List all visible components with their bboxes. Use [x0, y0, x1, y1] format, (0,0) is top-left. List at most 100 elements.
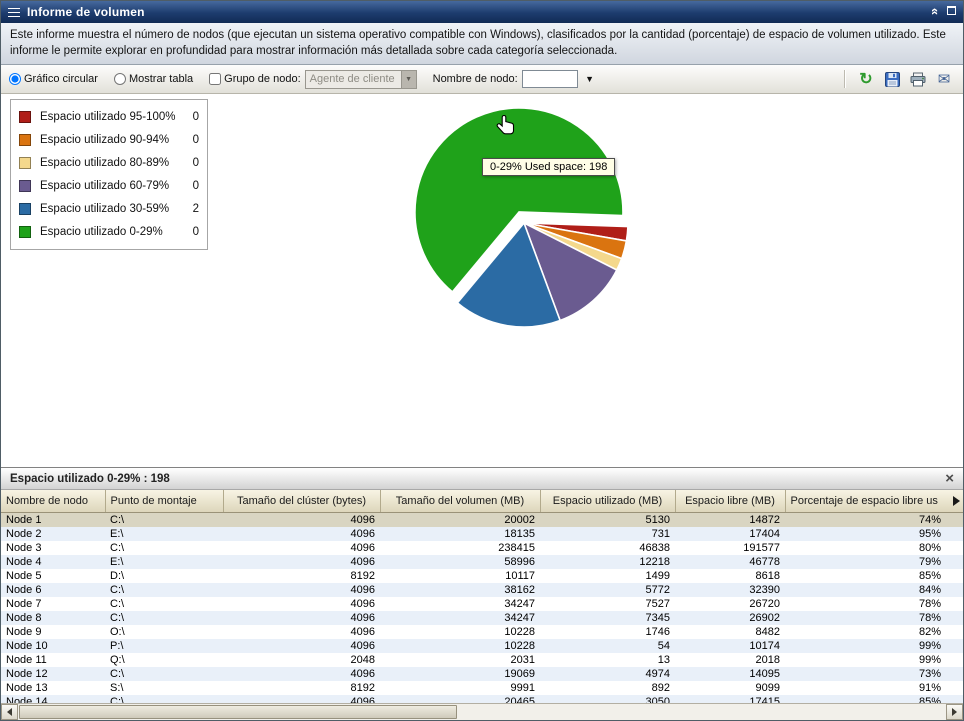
- legend-count: 0: [187, 111, 199, 123]
- table-cell: D:\: [105, 569, 223, 583]
- detail-table-region: Nombre de nodoPunto de montajeTamaño del…: [1, 490, 963, 705]
- table-cell: 892: [540, 681, 675, 695]
- column-header[interactable]: Tamaño del volumen (MB): [380, 490, 540, 512]
- legend-swatch-icon: [19, 226, 31, 238]
- table-row[interactable]: Node 3C:\40962384154683819157780%: [1, 541, 963, 555]
- scrollbar-thumb[interactable]: [19, 705, 457, 719]
- horizontal-scrollbar[interactable]: [1, 703, 963, 720]
- pie-chart-radio[interactable]: [9, 73, 21, 85]
- scroll-left-button[interactable]: [1, 704, 18, 720]
- column-header[interactable]: Espacio utilizado (MB): [540, 490, 675, 512]
- table-cell: 4096: [223, 527, 380, 541]
- legend-item[interactable]: Espacio utilizado 30-59%2: [19, 197, 199, 220]
- table-cell: 4096: [223, 611, 380, 625]
- column-header[interactable]: Punto de montaje: [105, 490, 223, 512]
- legend-item[interactable]: Espacio utilizado 0-29% 0: [19, 220, 199, 243]
- legend-item[interactable]: Espacio utilizado 80-89%0: [19, 151, 199, 174]
- table-cell: 79%: [785, 555, 963, 569]
- double-chevron-up-icon: «: [929, 8, 942, 15]
- table-row[interactable]: Node 5D:\8192101171499861885%: [1, 569, 963, 583]
- show-table-radio[interactable]: [114, 73, 126, 85]
- column-header[interactable]: Porcentaje de espacio libre us: [785, 490, 963, 512]
- table-cell: Node 6: [1, 583, 105, 597]
- table-cell: 10228: [380, 625, 540, 639]
- table-row[interactable]: Node 9O:\4096102281746848282%: [1, 625, 963, 639]
- table-row[interactable]: Node 6C:\40963816257723239084%: [1, 583, 963, 597]
- legend-item[interactable]: Espacio utilizado 90-94%0: [19, 128, 199, 151]
- node-name-dropdown-button[interactable]: ▼: [582, 70, 598, 88]
- table-cell: Node 8: [1, 611, 105, 625]
- node-group-checkbox-option[interactable]: Grupo de nodo:: [209, 73, 300, 85]
- table-row[interactable]: Node 12C:\40961906949741409573%: [1, 667, 963, 681]
- column-header[interactable]: Nombre de nodo: [1, 490, 105, 512]
- close-button[interactable]: ×: [945, 471, 954, 486]
- table-row[interactable]: Node 13S:\81929991892909991%: [1, 681, 963, 695]
- column-header[interactable]: Espacio libre (MB): [675, 490, 785, 512]
- table-cell: 4096: [223, 541, 380, 555]
- table-row[interactable]: Node 2E:\4096181357311740495%: [1, 527, 963, 541]
- table-cell: Q:\: [105, 653, 223, 667]
- table-cell: 8192: [223, 681, 380, 695]
- refresh-button[interactable]: ↻: [855, 68, 877, 90]
- table-cell: 10174: [675, 639, 785, 653]
- pie-chart: [361, 94, 691, 444]
- legend-label: Espacio utilizado 0-29%: [40, 226, 163, 238]
- table-cell: 95%: [785, 527, 963, 541]
- table-cell: Node 1: [1, 512, 105, 527]
- table-cell: 4096: [223, 555, 380, 569]
- show-table-radio-option[interactable]: Mostrar tabla: [114, 73, 193, 85]
- table-cell: 19069: [380, 667, 540, 681]
- legend-count: 0: [187, 226, 199, 238]
- table-cell: Node 2: [1, 527, 105, 541]
- table-row[interactable]: Node 10P:\409610228541017499%: [1, 639, 963, 653]
- node-group-label: Grupo de nodo:: [224, 73, 300, 85]
- save-button[interactable]: [881, 68, 903, 90]
- scroll-right-icon: [952, 708, 957, 716]
- table-cell: 4096: [223, 625, 380, 639]
- table-cell: 4974: [540, 667, 675, 681]
- table-row[interactable]: Node 11Q:\2048203113201899%: [1, 653, 963, 667]
- legend-item[interactable]: Espacio utilizado 60-79%0: [19, 174, 199, 197]
- legend-label: Espacio utilizado 60-79%: [40, 180, 169, 192]
- table-cell: C:\: [105, 583, 223, 597]
- table-cell: 18135: [380, 527, 540, 541]
- email-button[interactable]: ✉: [933, 68, 955, 90]
- pie-chart-radio-option[interactable]: Gráfico circular: [9, 73, 98, 85]
- scroll-right-button[interactable]: [946, 704, 963, 720]
- column-scroll-right-icon[interactable]: [953, 496, 960, 506]
- table-cell: 191577: [675, 541, 785, 555]
- node-name-label: Nombre de nodo:: [433, 73, 518, 85]
- table-cell: C:\: [105, 512, 223, 527]
- table-cell: O:\: [105, 625, 223, 639]
- table-cell: 46838: [540, 541, 675, 555]
- table-cell: Node 9: [1, 625, 105, 639]
- table-header-row: Nombre de nodoPunto de montajeTamaño del…: [1, 490, 963, 512]
- print-button[interactable]: [907, 68, 929, 90]
- legend-item[interactable]: Espacio utilizado 95-100%0: [19, 105, 199, 128]
- collapse-button[interactable]: «: [932, 5, 939, 19]
- table-cell: 4096: [223, 597, 380, 611]
- table-cell: 26720: [675, 597, 785, 611]
- table-cell: 34247: [380, 597, 540, 611]
- table-row[interactable]: Node 4E:\409658996122184677879%: [1, 555, 963, 569]
- node-group-checkbox[interactable]: [209, 73, 221, 85]
- table-row[interactable]: Node 8C:\40963424773452690278%: [1, 611, 963, 625]
- table-cell: 58996: [380, 555, 540, 569]
- table-cell: 85%: [785, 569, 963, 583]
- toolbar: Gráfico circular Mostrar tabla Grupo de …: [1, 65, 963, 94]
- refresh-icon: ↻: [859, 69, 872, 89]
- table-cell: 9099: [675, 681, 785, 695]
- maximize-button[interactable]: [947, 6, 956, 18]
- table-row[interactable]: Node 7C:\40963424775272672078%: [1, 597, 963, 611]
- column-header[interactable]: Tamaño del clúster (bytes): [223, 490, 380, 512]
- legend-swatch-icon: [19, 180, 31, 192]
- table-row[interactable]: Node 1C:\40962000251301487274%: [1, 512, 963, 527]
- legend-swatch-icon: [19, 203, 31, 215]
- detail-panel: Espacio utilizado 0-29% : 198 × Nombre d…: [1, 467, 963, 705]
- node-name-input[interactable]: [522, 70, 578, 88]
- table-cell: Node 7: [1, 597, 105, 611]
- table-cell: 9991: [380, 681, 540, 695]
- title-bar: Informe de volumen «: [1, 1, 963, 23]
- window-title: Informe de volumen: [27, 5, 924, 19]
- legend-label: Espacio utilizado 90-94%: [40, 134, 169, 146]
